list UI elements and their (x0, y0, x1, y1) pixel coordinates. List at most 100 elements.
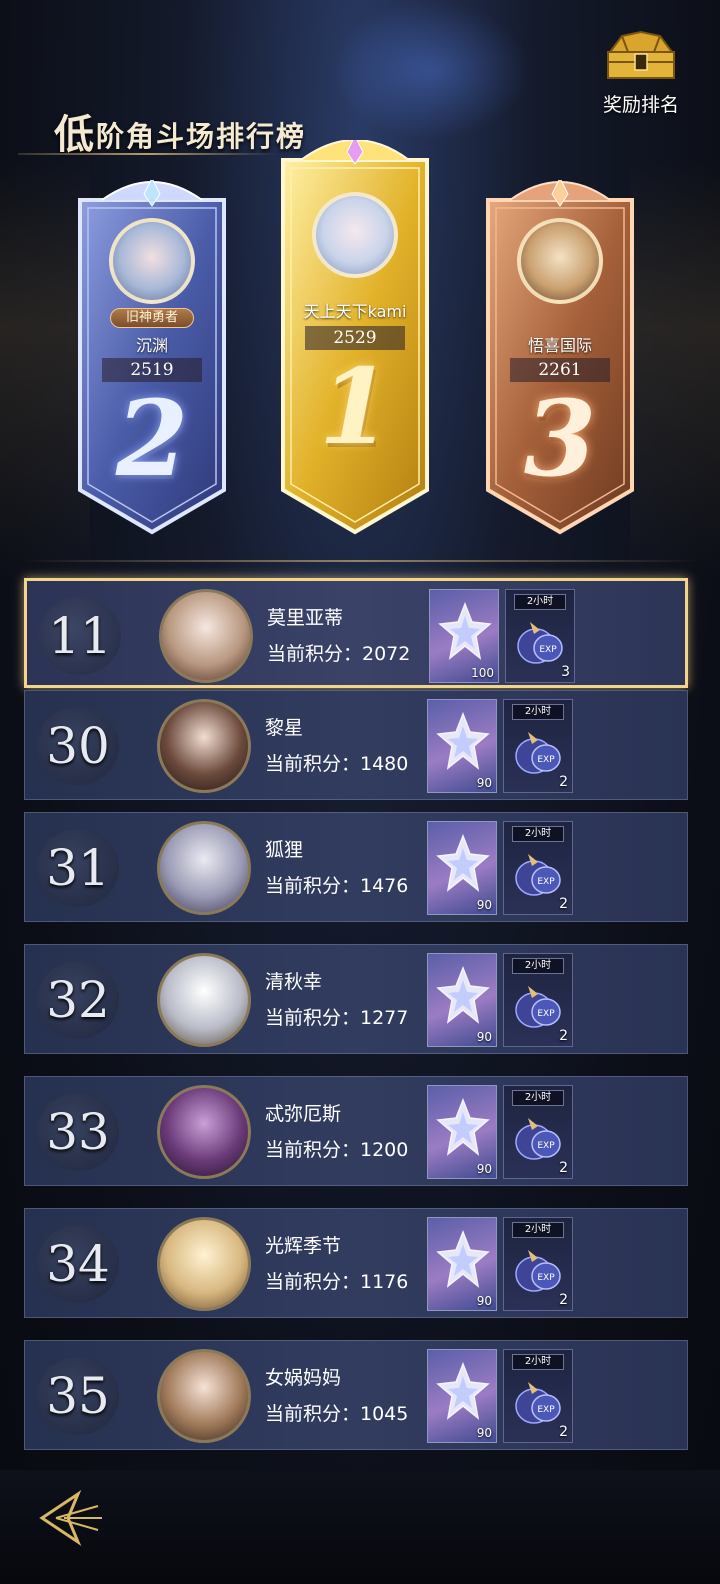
back-arrow-icon (39, 1490, 102, 1546)
crystal-star-icon (438, 602, 492, 660)
reward-item-crystal[interactable]: 90 (427, 1349, 497, 1443)
reward-item-exp[interactable]: 2小时 EXP 2 (503, 1085, 573, 1179)
player-name: 光辉季节 (265, 1235, 342, 1257)
player-name: 清秋幸 (265, 971, 323, 993)
item-duration: 2小时 (512, 1354, 564, 1370)
item-duration: 2小时 (514, 594, 566, 610)
exp-potion-icon: EXP (515, 854, 561, 896)
ranking-row[interactable]: 11 莫里亚蒂 当前积分：2072 100 2小时 EXP 3 (24, 578, 688, 688)
player-name: 忒弥厄斯 (265, 1103, 342, 1125)
reward-ranking-button[interactable]: 奖励排名 (596, 30, 686, 116)
ranking-row[interactable]: 34 光辉季节 当前积分：1176 90 2小时 EXP 2 (24, 1208, 688, 1318)
list-divider (20, 560, 700, 562)
item-quantity: 2 (559, 774, 568, 790)
item-duration: 2小时 (512, 704, 564, 720)
reward-item-crystal[interactable]: 90 (427, 821, 497, 915)
ranking-row[interactable]: 35 女娲妈妈 当前积分：1045 90 2小时 EXP 2 (24, 1340, 688, 1450)
back-button[interactable] (34, 1486, 106, 1550)
item-duration: 2小时 (512, 958, 564, 974)
reward-item-exp[interactable]: 2小时 EXP 2 (503, 821, 573, 915)
player-name: 狐狸 (265, 839, 304, 861)
reward-item-exp[interactable]: 2小时 EXP 2 (503, 699, 573, 793)
player-score: 当前积分：1480 (265, 753, 409, 775)
avatar (517, 218, 603, 304)
rank-number: 31 (37, 829, 119, 907)
rank-number: 30 (37, 707, 119, 785)
reward-ranking-label: 奖励排名 (602, 94, 679, 116)
reward-item-exp[interactable]: 2小时 EXP 3 (505, 589, 575, 683)
svg-text:EXP: EXP (539, 645, 557, 655)
podium-name: 沉渊 (135, 336, 168, 355)
player-avatar[interactable] (157, 699, 251, 793)
item-quantity: 2 (559, 896, 568, 912)
player-name: 黎星 (265, 717, 304, 739)
player-avatar[interactable] (157, 953, 251, 1047)
title-underline (18, 153, 278, 155)
crystal-star-icon (436, 966, 490, 1024)
exp-potion-icon: EXP (515, 1250, 561, 1292)
item-quantity: 2 (559, 1028, 568, 1044)
player-avatar[interactable] (159, 589, 253, 683)
podium-first[interactable]: 天上天下kami 2529 1 (275, 140, 435, 535)
svg-text:EXP: EXP (537, 1141, 555, 1151)
player-score: 当前积分：1045 (265, 1403, 409, 1425)
exp-potion-icon: EXP (515, 1382, 561, 1424)
ranking-row[interactable]: 30 黎星 当前积分：1480 90 2小时 EXP 2 (24, 690, 688, 800)
player-name: 莫里亚蒂 (267, 607, 344, 629)
player-avatar[interactable] (157, 1217, 251, 1311)
item-quantity: 90 (476, 898, 492, 912)
reward-item-crystal[interactable]: 90 (427, 953, 497, 1047)
reward-item-exp[interactable]: 2小时 EXP 2 (503, 1349, 573, 1443)
item-quantity: 90 (476, 1294, 492, 1308)
ranking-row[interactable]: 32 清秋幸 当前积分：1277 90 2小时 EXP 2 (24, 944, 688, 1054)
reward-item-crystal[interactable]: 90 (427, 1085, 497, 1179)
player-name: 女娲妈妈 (265, 1367, 342, 1389)
item-quantity: 90 (476, 776, 492, 790)
exp-potion-icon: EXP (515, 986, 561, 1028)
ranking-row[interactable]: 31 狐狸 当前积分：1476 90 2小时 EXP 2 (24, 812, 688, 922)
ranking-row[interactable]: 33 忒弥厄斯 当前积分：1200 90 2小时 EXP 2 (24, 1076, 688, 1186)
item-duration: 2小时 (512, 826, 564, 842)
rank-number: 35 (37, 1357, 119, 1435)
svg-text:EXP: EXP (537, 877, 555, 887)
item-quantity: 90 (476, 1426, 492, 1440)
reward-item-crystal[interactable]: 100 (429, 589, 499, 683)
item-quantity: 2 (559, 1292, 568, 1308)
rank-number: 32 (37, 961, 119, 1039)
item-duration: 2小时 (512, 1090, 564, 1106)
page-title: 低阶角斗场排行榜 (54, 102, 306, 160)
reward-item-exp[interactable]: 2小时 EXP 2 (503, 953, 573, 1047)
crystal-star-icon (436, 1362, 490, 1420)
bottom-bar (0, 1470, 720, 1584)
rank-number: 34 (37, 1225, 119, 1303)
crystal-star-icon (436, 834, 490, 892)
svg-text:EXP: EXP (537, 1009, 555, 1019)
rank-number: 11 (39, 597, 121, 675)
background-wing-right (630, 160, 720, 580)
crystal-star-icon (436, 1098, 490, 1156)
page-title-first-char: 低 (54, 111, 96, 158)
podium-name: 天上天下kami (303, 302, 407, 321)
sky-glow (330, 0, 530, 140)
avatar (312, 192, 398, 278)
player-avatar[interactable] (157, 1085, 251, 1179)
svg-text:EXP: EXP (537, 755, 555, 765)
crystal-star-icon (436, 1230, 490, 1288)
player-score: 当前积分：2072 (267, 643, 411, 665)
reward-item-crystal[interactable]: 90 (427, 699, 497, 793)
reward-item-exp[interactable]: 2小时 EXP 2 (503, 1217, 573, 1311)
podium-second[interactable]: 旧神勇者 沉渊 2519 2 (72, 180, 232, 540)
podium-third[interactable]: 悟喜国际 2261 3 (480, 180, 640, 540)
player-score: 当前积分：1200 (265, 1139, 409, 1161)
player-score: 当前积分：1176 (265, 1271, 409, 1293)
item-quantity: 2 (559, 1424, 568, 1440)
exp-potion-icon: EXP (515, 1118, 561, 1160)
reward-item-crystal[interactable]: 90 (427, 1217, 497, 1311)
player-avatar[interactable] (157, 1349, 251, 1443)
player-avatar[interactable] (157, 821, 251, 915)
podium-rank-number: 2 (115, 377, 189, 500)
crystal-star-icon (436, 712, 490, 770)
svg-text:EXP: EXP (537, 1273, 555, 1283)
item-quantity: 100 (471, 666, 494, 680)
player-score: 当前积分：1476 (265, 875, 409, 897)
